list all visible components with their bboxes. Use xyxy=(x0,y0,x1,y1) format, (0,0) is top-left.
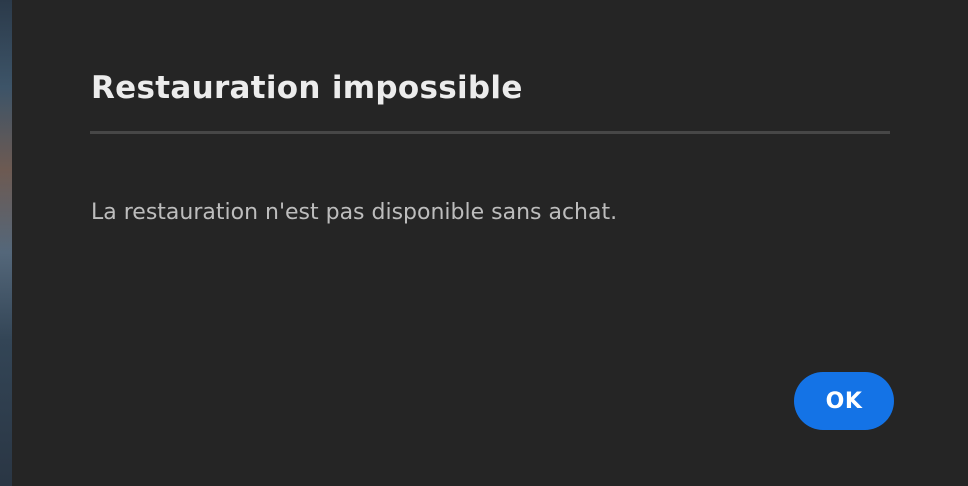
dialog-title: Restauration impossible xyxy=(91,70,523,106)
ok-button[interactable]: OK xyxy=(794,372,894,430)
background-app-strip xyxy=(0,0,12,486)
alert-dialog: Restauration impossible La restauration … xyxy=(12,0,968,486)
dialog-message: La restauration n'est pas disponible san… xyxy=(91,200,618,225)
dialog-divider xyxy=(90,131,890,134)
